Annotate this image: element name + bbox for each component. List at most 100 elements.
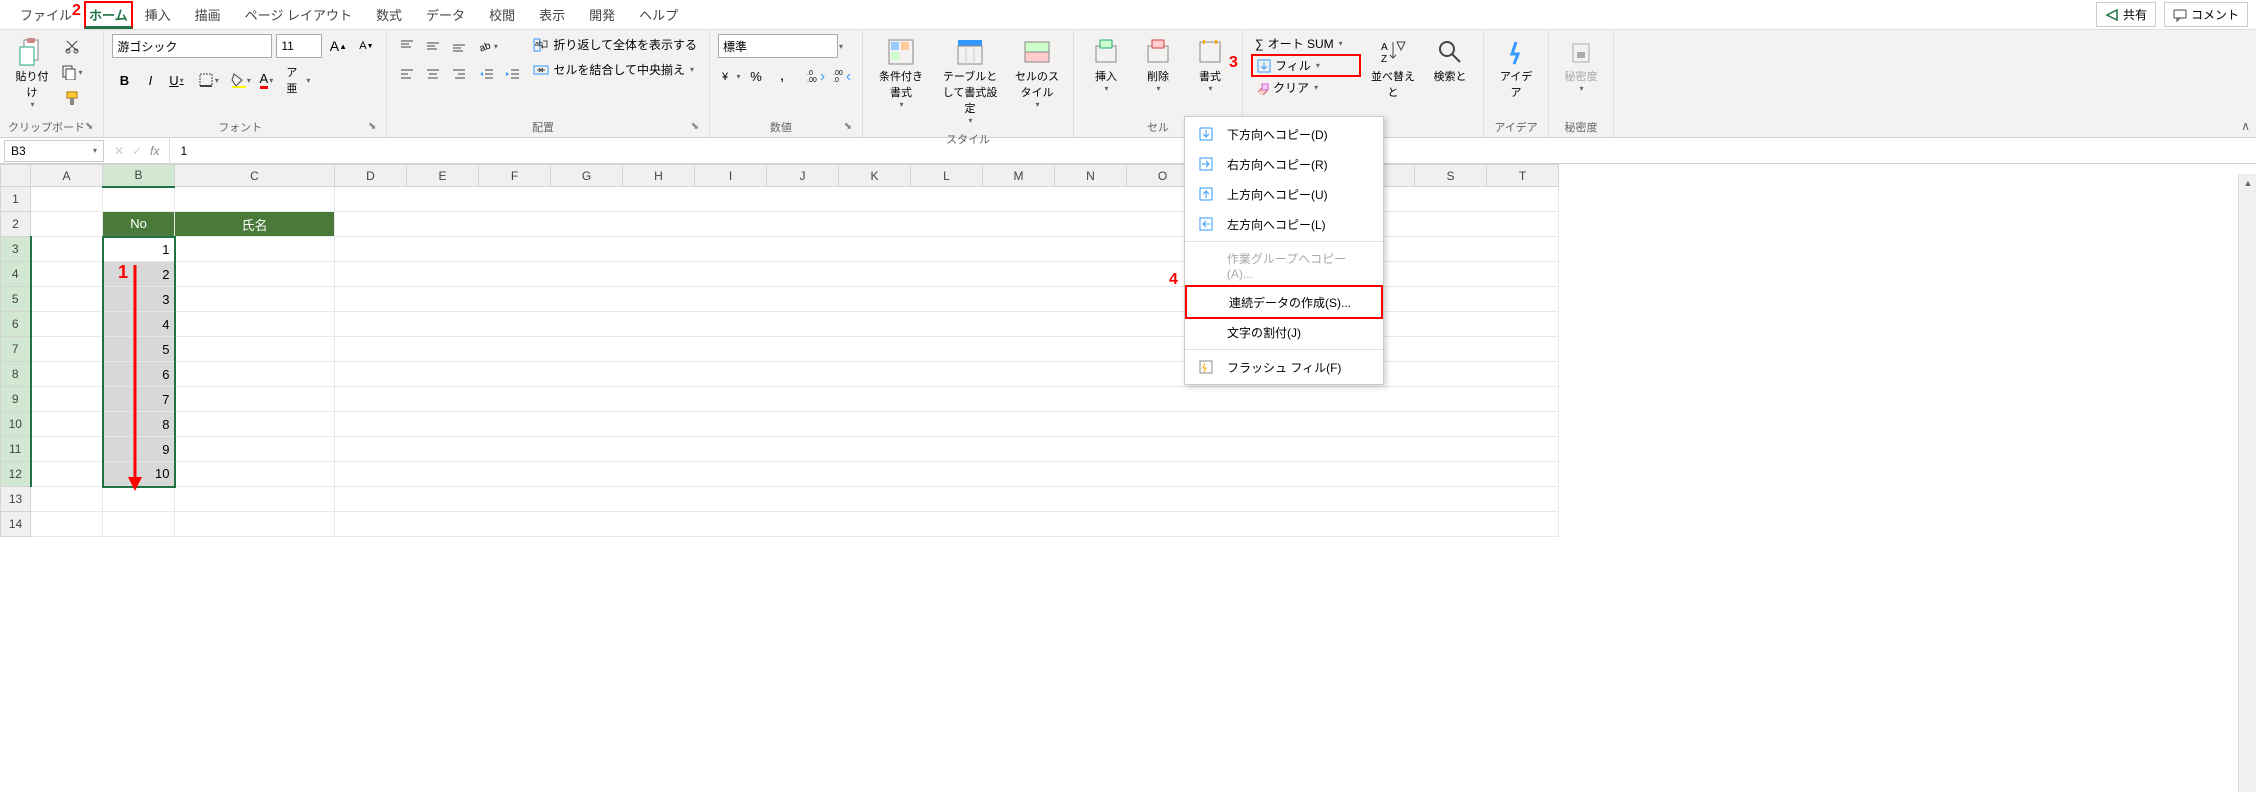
tab-page-layout[interactable]: ページ レイアウト [233, 0, 364, 29]
paste-button[interactable]: 貼り付け ▾ [8, 34, 56, 113]
autosum-button[interactable]: ∑オート SUM▾ [1251, 34, 1361, 53]
row-header[interactable]: 11 [1, 437, 31, 462]
col-header[interactable]: J [767, 165, 839, 187]
cell[interactable]: 7 [103, 387, 175, 412]
sensitivity-button[interactable]: 秘密度▾ [1557, 34, 1605, 97]
cell[interactable] [175, 337, 335, 362]
cell[interactable] [31, 287, 103, 312]
font-launcher[interactable]: ⬊ [368, 121, 378, 132]
border-button[interactable]: ▾ [196, 68, 220, 92]
cell[interactable] [175, 312, 335, 337]
cell[interactable] [175, 262, 335, 287]
tab-developer[interactable]: 開発 [577, 0, 627, 29]
cell[interactable] [31, 187, 103, 212]
row-header[interactable]: 1 [1, 187, 31, 212]
cell[interactable] [175, 287, 335, 312]
phonetic-button[interactable]: ア亜▾ [286, 68, 310, 92]
cell[interactable] [175, 462, 335, 487]
name-box[interactable]: B3▾ [4, 140, 104, 162]
cell[interactable] [175, 437, 335, 462]
col-header[interactable]: L [911, 165, 983, 187]
alignment-launcher[interactable]: ⬊ [691, 121, 701, 132]
vertical-scrollbar[interactable]: ▲ [2238, 174, 2256, 792]
decrease-decimal-button[interactable]: .00.0 [830, 64, 854, 88]
number-format-select[interactable] [718, 34, 838, 58]
orientation-button[interactable]: ab▾ [475, 34, 499, 58]
tab-formulas[interactable]: 数式 [364, 0, 414, 29]
cell[interactable] [103, 512, 175, 537]
col-header[interactable]: D [335, 165, 407, 187]
col-header[interactable]: A [31, 165, 103, 187]
cell[interactable]: 5 [103, 337, 175, 362]
cell-active[interactable]: 1 [103, 237, 175, 262]
fill-series-item[interactable]: 連続データの作成(S)... [1185, 285, 1383, 319]
cell[interactable] [31, 237, 103, 262]
cell[interactable]: 10 [103, 462, 175, 487]
tab-draw[interactable]: 描画 [183, 0, 233, 29]
font-name-select[interactable] [112, 34, 272, 58]
merge-center-button[interactable]: セルを結合して中央揃え▾ [529, 59, 701, 80]
col-header[interactable]: G [551, 165, 623, 187]
align-right-button[interactable] [447, 62, 471, 86]
row-header[interactable]: 4 [1, 262, 31, 287]
fill-button[interactable]: フィル▾ [1251, 54, 1361, 77]
number-launcher[interactable]: ⬊ [844, 121, 854, 132]
cell[interactable] [31, 462, 103, 487]
row-header[interactable]: 6 [1, 312, 31, 337]
cell[interactable] [31, 437, 103, 462]
cell[interactable] [175, 187, 335, 212]
cell[interactable] [31, 387, 103, 412]
increase-indent-button[interactable] [501, 62, 525, 86]
cancel-formula-button[interactable]: ✕ [114, 144, 124, 158]
fx-button[interactable]: fx [150, 144, 159, 158]
cell[interactable] [335, 412, 1559, 437]
cell[interactable]: 氏名 [175, 212, 335, 237]
format-painter-button[interactable] [60, 86, 84, 110]
underline-button[interactable]: U▾ [164, 68, 188, 92]
cell[interactable] [335, 487, 1559, 512]
decrease-indent-button[interactable] [475, 62, 499, 86]
row-header[interactable]: 2 [1, 212, 31, 237]
cell[interactable]: 9 [103, 437, 175, 462]
fill-down-item[interactable]: 下方向へコピー(D) [1185, 119, 1383, 149]
italic-button[interactable]: I [138, 68, 162, 92]
enter-formula-button[interactable]: ✓ [132, 144, 142, 158]
increase-decimal-button[interactable]: .0.00 [804, 64, 828, 88]
col-header[interactable]: B [103, 165, 175, 187]
col-header[interactable]: H [623, 165, 695, 187]
cell[interactable] [103, 487, 175, 512]
tab-view[interactable]: 表示 [527, 0, 577, 29]
copy-button[interactable]: ▾ [60, 60, 84, 84]
accounting-format-button[interactable]: ¥▾ [718, 64, 742, 88]
row-header[interactable]: 10 [1, 412, 31, 437]
flash-fill-item[interactable]: フラッシュ フィル(F) [1185, 352, 1383, 382]
col-header[interactable]: M [983, 165, 1055, 187]
col-header[interactable]: K [839, 165, 911, 187]
cell[interactable] [31, 337, 103, 362]
select-all-corner[interactable] [1, 165, 31, 187]
cell[interactable] [175, 487, 335, 512]
delete-cells-button[interactable]: 削除▾ [1134, 34, 1182, 97]
align-left-button[interactable] [395, 62, 419, 86]
row-header[interactable]: 3 [1, 237, 31, 262]
wrap-text-button[interactable]: ab折り返して全体を表示する [529, 34, 701, 55]
col-header[interactable]: S [1415, 165, 1487, 187]
cell[interactable] [31, 362, 103, 387]
align-top-button[interactable] [395, 34, 419, 58]
ideas-button[interactable]: アイデア [1492, 34, 1540, 104]
cell[interactable] [31, 262, 103, 287]
col-header[interactable]: E [407, 165, 479, 187]
col-header[interactable]: C [175, 165, 335, 187]
cell[interactable] [103, 187, 175, 212]
font-color-button[interactable]: A▾ [254, 68, 278, 92]
row-header[interactable]: 8 [1, 362, 31, 387]
cell-styles-button[interactable]: セルのスタイル▾ [1009, 34, 1065, 113]
share-button[interactable]: 共有 [2096, 2, 2156, 27]
font-size-select[interactable] [276, 34, 322, 58]
cell[interactable] [335, 512, 1559, 537]
collapse-ribbon-button[interactable]: ∧ [2241, 119, 2250, 133]
row-header[interactable]: 13 [1, 487, 31, 512]
col-header[interactable]: N [1055, 165, 1127, 187]
clipboard-launcher[interactable]: ⬊ [85, 121, 95, 132]
cell[interactable] [175, 412, 335, 437]
